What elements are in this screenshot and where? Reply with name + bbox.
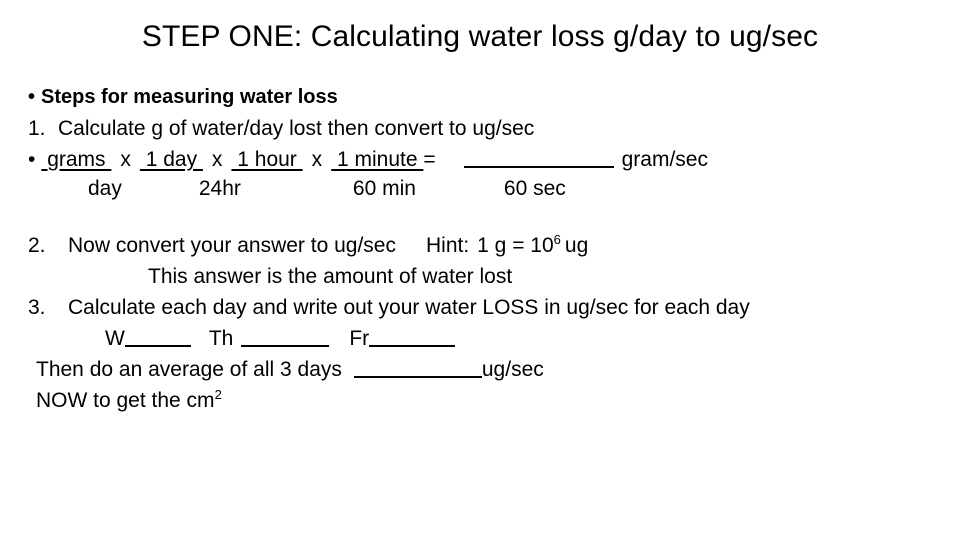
heading-bullet-text: Steps for measuring water loss bbox=[41, 86, 338, 108]
step-1-marker: 1. bbox=[28, 117, 46, 140]
multiply-symbol-2: x bbox=[211, 148, 223, 172]
step-2-marker: 2. bbox=[28, 234, 46, 257]
hint-label: Hint: bbox=[425, 234, 470, 257]
day-blank-friday[interactable] bbox=[369, 323, 456, 348]
final-line: NOW to get the cm2 bbox=[0, 385, 960, 416]
hint-value-post: ug bbox=[564, 234, 589, 257]
step-3-marker: 3. bbox=[28, 296, 46, 319]
average-line: Then do an average of all 3 days ug/sec bbox=[0, 354, 960, 385]
unit-conversion-row: • grams x 1 day x 1 hour x 1 minute = gra… bbox=[0, 144, 960, 206]
final-text: NOW to get the cm bbox=[36, 389, 215, 413]
answer-blank-field[interactable] bbox=[463, 144, 614, 169]
slide-canvas: STEP ONE: Calculating water loss g/day t… bbox=[0, 0, 960, 540]
multiply-symbol-3: x bbox=[311, 148, 323, 172]
numerator-grams: grams bbox=[41, 148, 112, 172]
multiply-symbol-1: x bbox=[120, 148, 131, 172]
final-exponent: 2 bbox=[214, 387, 222, 403]
slide-body: • Steps for measuring water loss 1. Calcul… bbox=[0, 82, 960, 416]
average-unit-label: ug/sec bbox=[481, 358, 544, 382]
hint-exponent: 6 bbox=[553, 232, 561, 247]
answer-unit-label: gram/sec bbox=[621, 148, 708, 172]
numerator-1-day: 1 day bbox=[139, 148, 203, 172]
heading-bullet-line: • Steps for measuring water loss bbox=[0, 82, 960, 113]
day-blanks-line: W Th Fr bbox=[0, 323, 960, 354]
average-text: Then do an average of all 3 days bbox=[36, 358, 342, 382]
day-blank-wednesday[interactable] bbox=[124, 323, 191, 348]
equals-symbol: = bbox=[423, 148, 436, 172]
day-blank-thursday[interactable] bbox=[241, 323, 330, 348]
step-3-text: Calculate each day and write out your wa… bbox=[68, 296, 750, 319]
bullet-icon: • bbox=[28, 148, 36, 172]
day-label-thursday: Th bbox=[208, 327, 234, 351]
step-1-text: Calculate g of water/day lost then conve… bbox=[58, 117, 535, 140]
denominator-60-sec: 60 sec bbox=[503, 177, 566, 200]
step-2-subtext-line: This answer is the amount of water lost bbox=[0, 261, 960, 292]
page-title: STEP ONE: Calculating water loss g/day t… bbox=[141, 20, 819, 53]
step-2-subtext: This answer is the amount of water lost bbox=[148, 265, 513, 288]
hint-value-pre: 1 g = 10 bbox=[477, 234, 554, 257]
average-blank-field[interactable] bbox=[353, 354, 482, 379]
step-2-text: Now convert your answer to ug/sec bbox=[68, 234, 396, 257]
step-1-line: 1. Calculate g of water/day lost then con… bbox=[0, 113, 960, 144]
numerator-1-minute: 1 minute bbox=[331, 148, 424, 172]
conversion-numerator-row: • grams x 1 day x 1 hour x 1 minute = gra… bbox=[28, 144, 708, 175]
denominator-day: day bbox=[88, 177, 122, 200]
step-3-line: 3. Calculate each day and write out your … bbox=[0, 292, 960, 323]
vertical-spacer bbox=[0, 206, 960, 230]
step-2-line: 2. Now convert your answer to ug/sec Hint:… bbox=[0, 230, 960, 261]
bullet-icon: • bbox=[28, 86, 36, 108]
day-label-wednesday: W bbox=[105, 327, 125, 351]
denominator-24hr: 24hr bbox=[198, 177, 241, 200]
day-label-friday: Fr bbox=[349, 327, 370, 351]
conversion-denominator-row: day 24hr 60 min 60 sec bbox=[28, 174, 566, 204]
numerator-1-hour: 1 hour bbox=[231, 148, 303, 172]
denominator-60-min: 60 min bbox=[352, 177, 416, 200]
